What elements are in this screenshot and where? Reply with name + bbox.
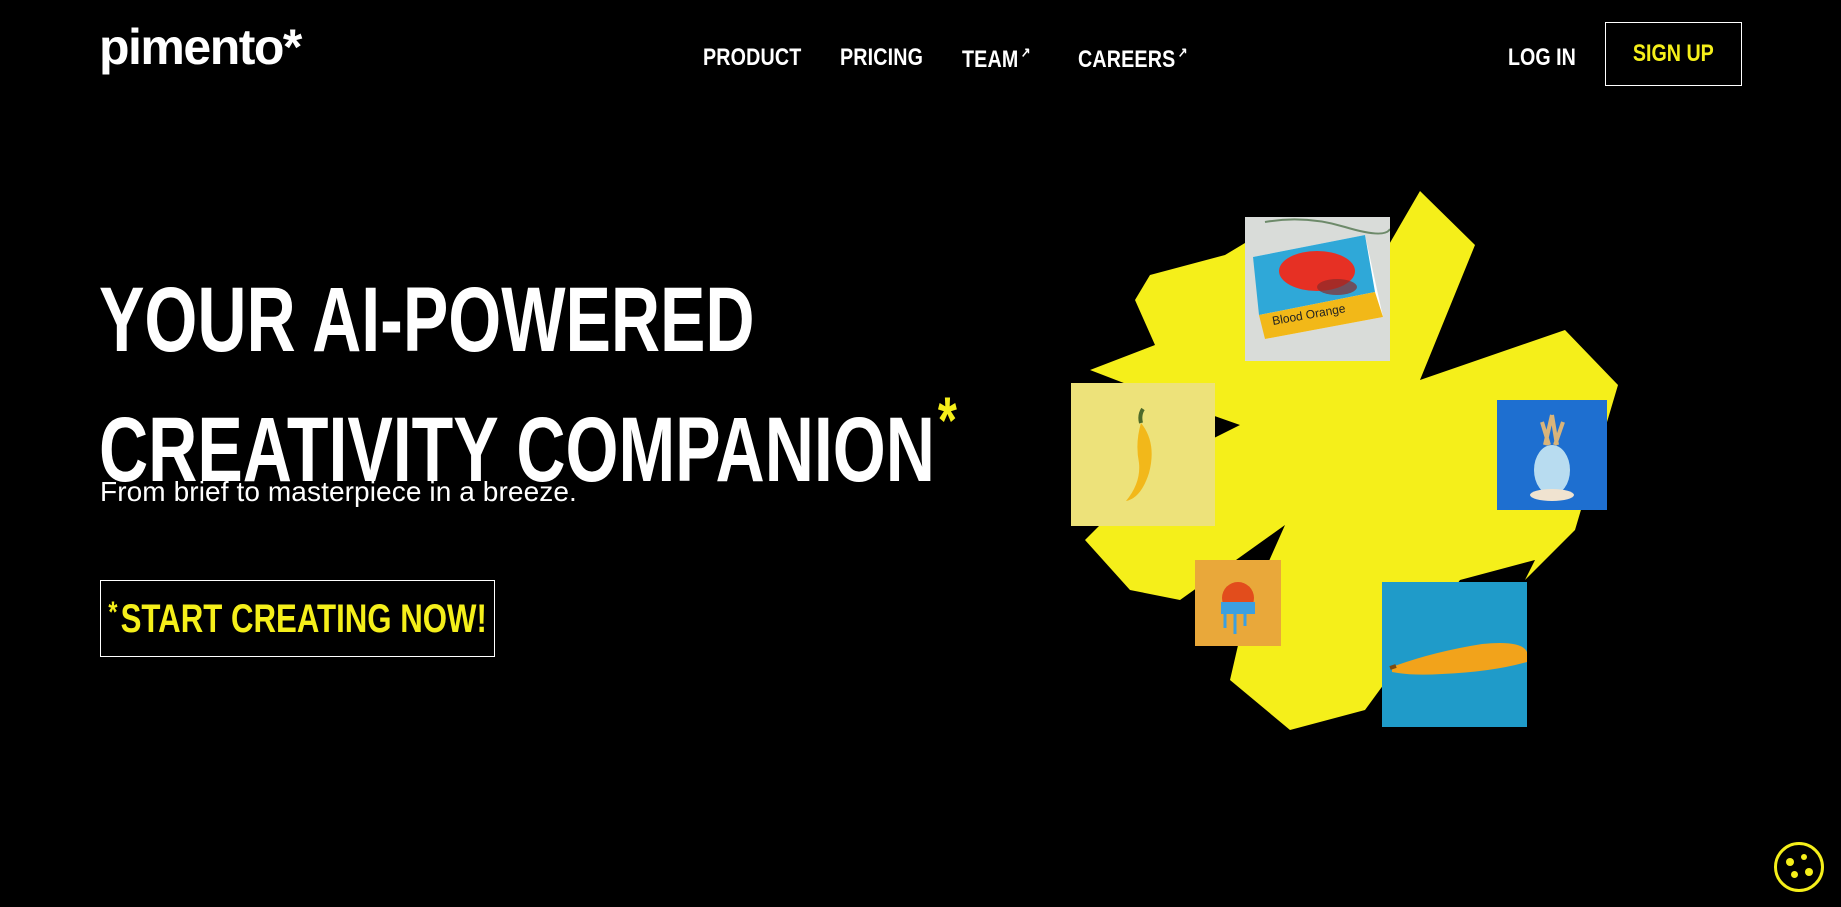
pumpkin-graphic [1195, 560, 1281, 646]
asterisk-icon: * [937, 383, 957, 457]
nav-item-label: PRODUCT [703, 44, 802, 71]
hero-subtitle: From brief to masterpiece in a breeze. [100, 476, 577, 507]
cta-content: *START CREATING NOW! [108, 596, 487, 642]
nav-item-product[interactable]: PRODUCT [703, 44, 801, 72]
banana-graphic [1382, 582, 1527, 727]
cta-label: START CREATING NOW! [120, 596, 487, 641]
cookie-settings-button[interactable] [1774, 842, 1824, 892]
pimento-logo[interactable]: pimento* [99, 22, 302, 72]
external-link-arrow-icon: ↗ [1177, 44, 1188, 60]
chili-pepper-graphic [1071, 383, 1215, 526]
page: pimento* PRODUCT PRICING TEAM ↗ CAREERS ↗ … [0, 0, 1841, 907]
signup-label: SIGN UP [1633, 40, 1714, 67]
blood-orange-book-image: Blood Orange [1245, 217, 1390, 361]
signup-button[interactable]: SIGN UP [1605, 22, 1742, 86]
pumpkin-image [1195, 560, 1281, 646]
login-link[interactable]: LOG IN [1508, 44, 1576, 72]
asterisk-icon: * [108, 595, 118, 629]
yellow-chili-pepper-image [1071, 383, 1215, 526]
start-creating-button[interactable]: *START CREATING NOW! [100, 580, 495, 657]
nav-item-label: TEAM [962, 46, 1019, 73]
banana-image [1382, 582, 1527, 727]
blue-pineapple-image [1497, 400, 1607, 510]
external-link-arrow-icon: ↗ [1020, 44, 1031, 60]
nav-item-label: PRICING [840, 44, 924, 71]
nav-item-team[interactable]: TEAM ↗ [962, 44, 1031, 74]
hero-title: YOUR AI-POWERED CREATIVITY COMPANION* [99, 270, 957, 500]
nav-item-label: CAREERS [1078, 46, 1176, 73]
blood-orange-book-graphic: Blood Orange [1245, 217, 1390, 361]
nav-item-careers[interactable]: CAREERS ↗ [1078, 44, 1188, 74]
hero-title-line-1: YOUR AI-POWERED [99, 269, 755, 371]
pineapple-graphic [1497, 400, 1607, 510]
nav-item-pricing[interactable]: PRICING [840, 44, 923, 72]
